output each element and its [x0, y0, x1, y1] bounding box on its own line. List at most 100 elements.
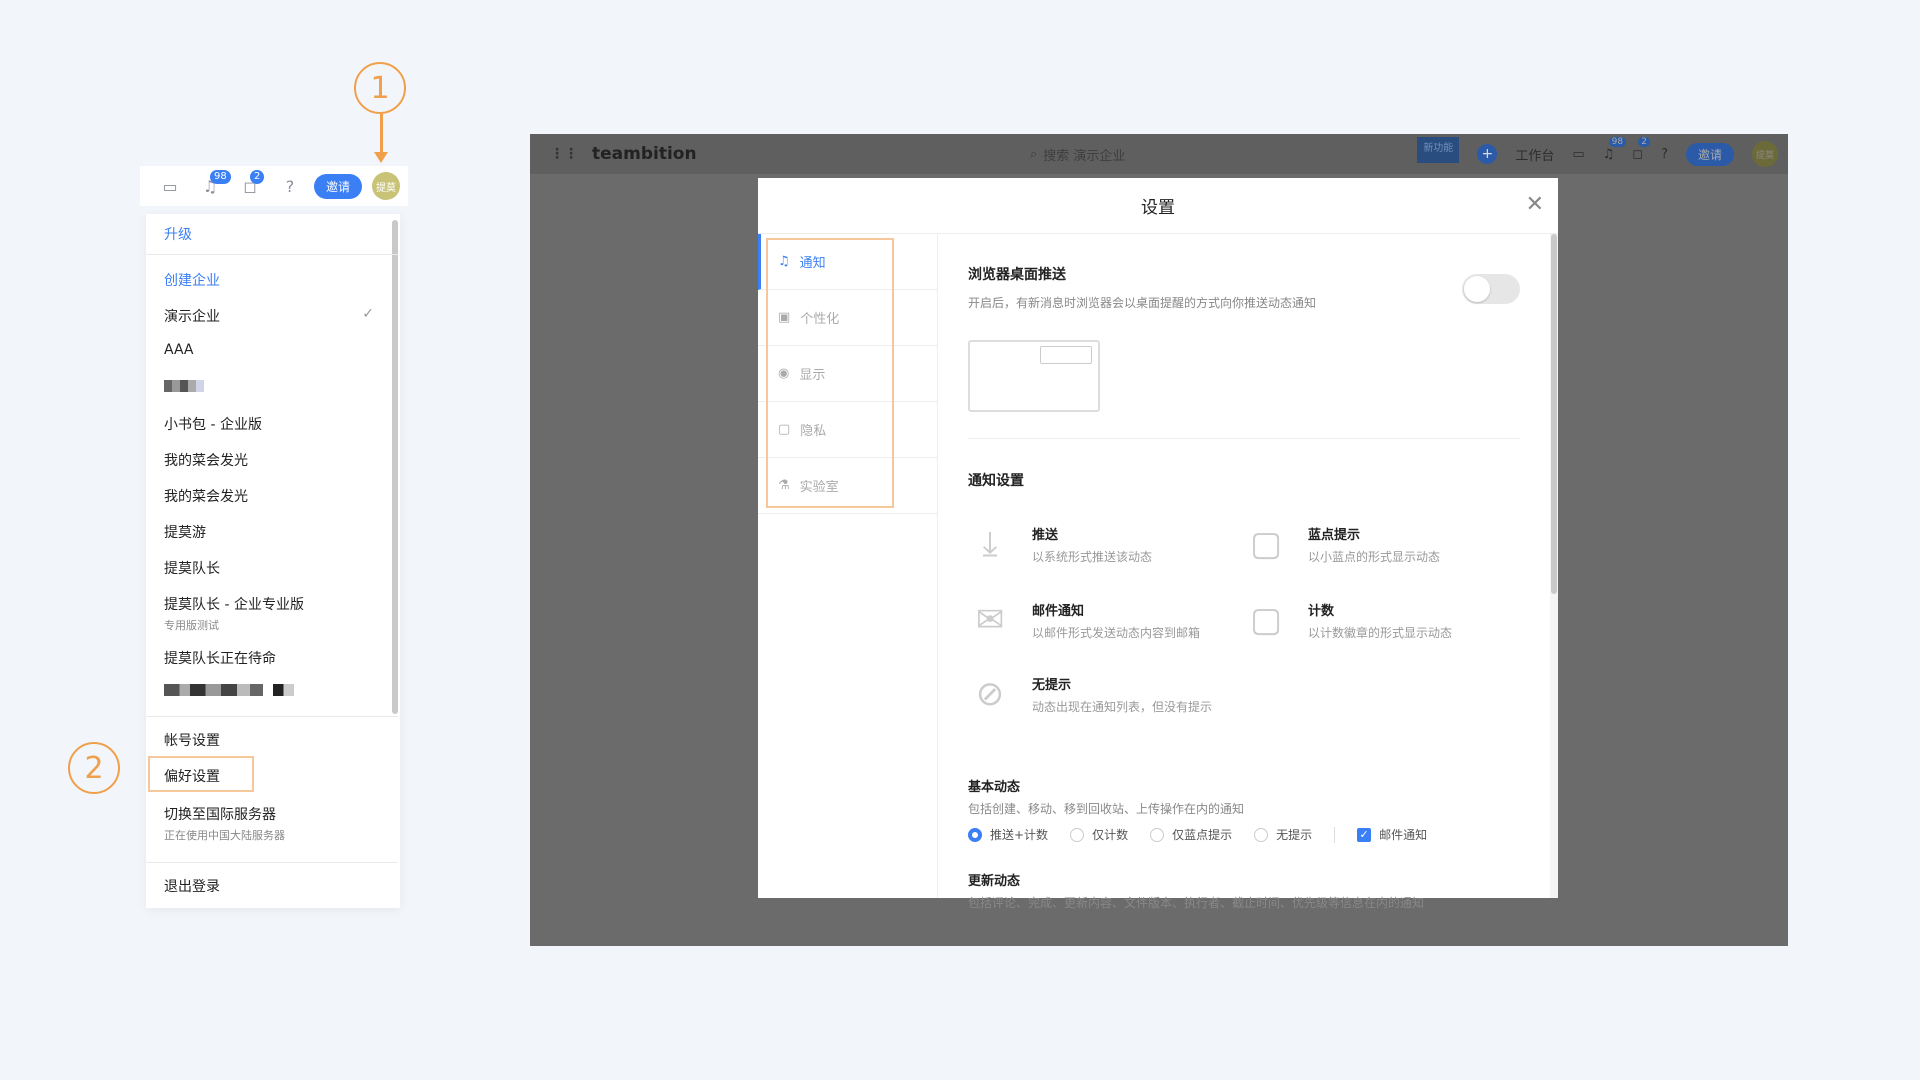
divider	[1334, 826, 1336, 843]
option-email: ✉ 邮件通知 以邮件形式发送动态内容到邮箱	[968, 598, 1238, 654]
browser-push-desc: 开启后，有新消息时浏览器会以桌面提醒的方式向你推送动态通知	[968, 296, 1317, 310]
upgrade-link[interactable]: 升级	[164, 224, 192, 244]
step-arrow-line	[380, 114, 383, 154]
help-icon[interactable]: ?	[1661, 147, 1668, 162]
basic-desc: 包括创建、移动、移到回收站、上传操作在内的通知	[968, 802, 1245, 816]
option-desc: 动态出现在通知列表，但没有提示	[1032, 700, 1213, 714]
org-item[interactable]: 我的菜会发光	[164, 486, 248, 506]
message-icon[interactable]: ◻ 2	[230, 166, 270, 206]
check-icon: ✓	[362, 306, 374, 322]
option-title: 邮件通知	[1032, 604, 1085, 619]
switch-server-link[interactable]: 切换至国际服务器 正在使用中国大陆服务器	[164, 804, 285, 843]
org-item[interactable]: 提莫队长正在待命	[164, 648, 276, 668]
search-placeholder: 搜索 演示企业	[1043, 148, 1126, 164]
invite-button[interactable]: 邀请	[1685, 142, 1734, 166]
option-title: 蓝点提示	[1308, 528, 1361, 543]
basic-options: 推送+计数 仅计数 仅蓝点提示 无提示 ✓ 邮件通知	[968, 826, 1441, 843]
notif-badge: 98	[210, 170, 231, 184]
step-1-marker: 1	[354, 62, 406, 114]
create-org-link[interactable]: 创建企业	[164, 270, 220, 290]
modal-scrollbar[interactable]	[1550, 234, 1558, 898]
new-feature-flag[interactable]: 新功能	[1417, 137, 1460, 163]
avatar[interactable]: 提莫	[372, 172, 401, 200]
option-title: 计数	[1308, 604, 1335, 619]
radio-off-icon	[1070, 827, 1085, 842]
no-entry-icon: ⊘	[975, 674, 1005, 714]
org-item[interactable]: 提莫队长	[164, 558, 220, 578]
org-item-pro[interactable]: 提莫队长 - 企业专业版 专用版测试	[164, 594, 304, 633]
radio-off-icon	[1254, 827, 1269, 842]
basic-title: 基本动态	[968, 780, 1021, 795]
divider	[146, 862, 398, 863]
option-desc: 以邮件形式发送动态内容到邮箱	[1032, 626, 1201, 640]
org-pro-sub: 专用版测试	[164, 619, 219, 632]
modal-header: 设置 ✕	[758, 178, 1558, 234]
option-blue-dot: ▢ 蓝点提示 以小蓝点的形式显示动态	[1244, 522, 1514, 578]
help-icon[interactable]: ?	[270, 166, 310, 206]
browser-push-title: 浏览器桌面推送	[968, 267, 1066, 283]
option-desc: 以计数徽章的形式显示动态	[1308, 626, 1453, 640]
org-item[interactable]: 演示企业	[164, 306, 220, 326]
switch-server-label: 切换至国际服务器	[164, 807, 276, 823]
calendar-icon[interactable]: ▭	[150, 166, 190, 206]
radio-on-icon	[968, 827, 982, 842]
workbench-link[interactable]: 工作台	[1515, 145, 1554, 164]
grid-icon[interactable]: ⋮⋮	[550, 146, 578, 162]
add-icon[interactable]: +	[1477, 144, 1498, 164]
radio-push-count[interactable]: 推送+计数	[968, 826, 1048, 843]
org-item[interactable]: 我的菜会发光	[164, 450, 248, 470]
step-2-marker: 2	[68, 742, 120, 794]
option-title: 无提示	[1032, 678, 1072, 693]
preferences-highlight	[148, 756, 254, 792]
account-settings-link[interactable]: 帐号设置	[164, 730, 220, 750]
org-item[interactable]: 提莫游	[164, 522, 206, 542]
download-icon: ⤓	[982, 524, 998, 564]
radio-label: 推送+计数	[990, 828, 1049, 842]
settings-sidebar: ♫ 通知 ▣ 个性化 ◉ 显示 ▢ 隐私 ⚗ 实验室	[758, 234, 938, 898]
option-none: ⊘ 无提示 动态出现在通知列表，但没有提示	[968, 672, 1238, 742]
logo-text: teambition	[592, 144, 697, 164]
invite-button[interactable]: 邀请	[314, 173, 363, 199]
message-icon[interactable]: ◻ 2	[1632, 136, 1651, 162]
app-topbar: ⋮⋮ teambition ⌕ 搜索 演示企业 新功能 + 工作台 ▭ ♫ 98 …	[530, 134, 1788, 174]
radio-label: 仅计数	[1092, 828, 1129, 842]
bell-icon[interactable]: ♫ 98	[190, 166, 231, 206]
org-item[interactable]: AAA	[164, 342, 194, 358]
notif-badge: 98	[1608, 136, 1627, 147]
avatar[interactable]: 提莫	[1752, 141, 1778, 167]
radio-label: 仅蓝点提示	[1172, 828, 1233, 842]
logout-link[interactable]: 退出登录	[164, 876, 220, 896]
close-icon[interactable]: ✕	[1526, 192, 1544, 217]
msg-badge: 2	[1638, 136, 1651, 147]
radio-count-only[interactable]: 仅计数	[1070, 826, 1128, 843]
count-icon: ▢	[1249, 600, 1283, 640]
redacted-org-item[interactable]	[164, 684, 294, 696]
option-count: ▢ 计数 以计数徽章的形式显示动态	[1244, 598, 1514, 654]
dropdown-scrollbar[interactable]	[392, 220, 398, 714]
mini-topbar: ▭ ♫ 98 ◻ 2 ? 邀请 提莫	[140, 166, 408, 206]
browser-push-toggle[interactable]	[1462, 274, 1520, 304]
update-title: 更新动态	[968, 874, 1021, 889]
checkbox-email[interactable]: ✓ 邮件通知	[1357, 826, 1427, 843]
radio-none[interactable]: 无提示	[1254, 826, 1312, 843]
user-dropdown: 升级 创建企业 演示企业 ✓ AAA 小书包 - 企业版 我的菜会发光 我的菜会…	[146, 214, 400, 908]
search-input[interactable]: ⌕ 搜索 演示企业	[1020, 142, 1270, 166]
update-desc: 包括评论、完成、更新内容、文件版本、执行者、截止时间、优先级等信息在内的通知	[968, 896, 1425, 910]
tabs-highlight	[766, 238, 894, 508]
redacted-org-item[interactable]	[164, 380, 204, 392]
step-arrow-head	[374, 152, 388, 163]
bell-icon[interactable]: ♫ 98	[1603, 136, 1627, 162]
radio-label: 无提示	[1276, 828, 1313, 842]
option-push: ⤓ 推送 以系统形式推送该动态	[968, 522, 1238, 578]
radio-dot-only[interactable]: 仅蓝点提示	[1150, 826, 1232, 843]
app-logo[interactable]: ⋮⋮ teambition	[550, 144, 697, 164]
org-pro-name: 提莫队长 - 企业专业版	[164, 597, 304, 613]
settings-modal: 设置 ✕ ♫ 通知 ▣ 个性化 ◉ 显示 ▢ 隐私 ⚗ 实验室 浏览器桌面推送 开启后，有…	[758, 178, 1558, 910]
option-desc: 以小蓝点的形式显示动态	[1308, 550, 1441, 564]
desktop-preview-image	[968, 340, 1100, 412]
radio-off-icon	[1150, 827, 1165, 842]
org-item[interactable]: 小书包 - 企业版	[164, 414, 262, 434]
calendar-icon[interactable]: ▭	[1572, 147, 1584, 162]
settings-content: 浏览器桌面推送 开启后，有新消息时浏览器会以桌面提醒的方式向你推送动态通知 通知…	[968, 234, 1520, 910]
switch-server-sub: 正在使用中国大陆服务器	[164, 829, 285, 842]
